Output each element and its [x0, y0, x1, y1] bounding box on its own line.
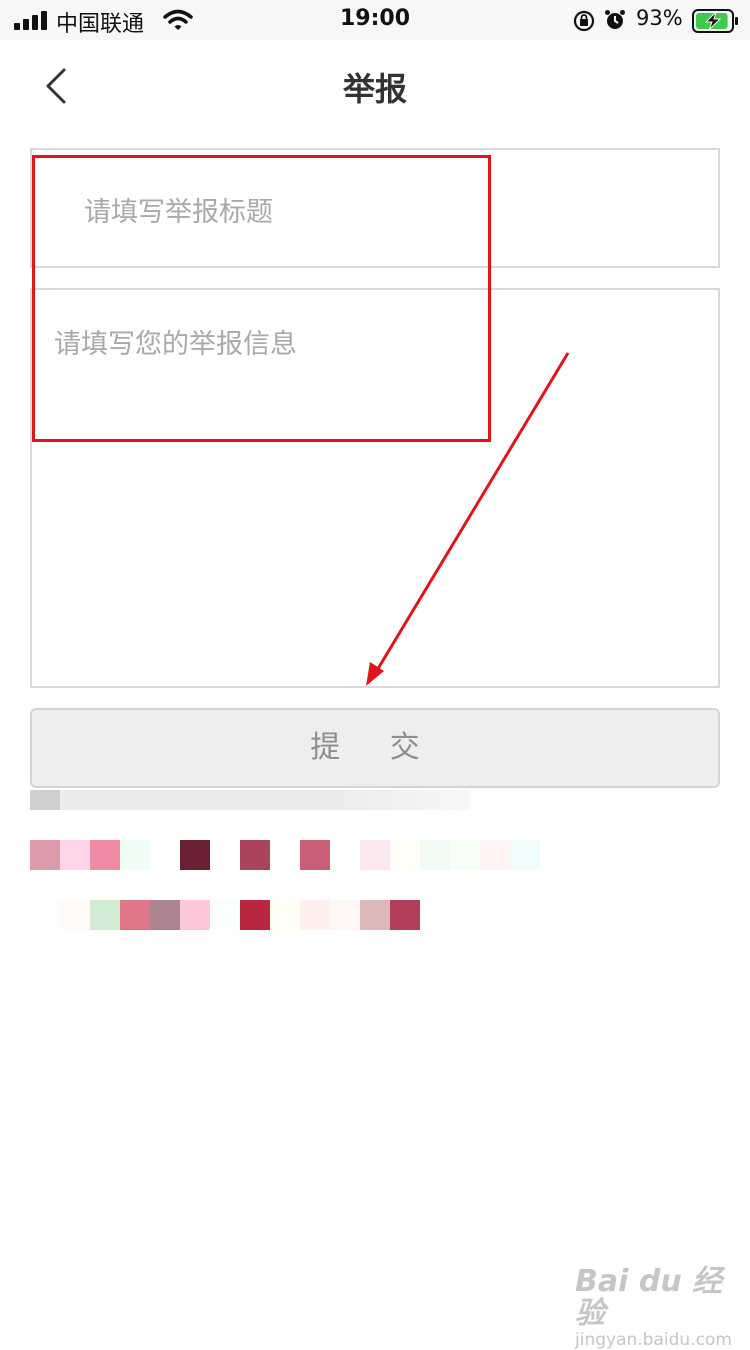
report-title-input[interactable]: 请填写举报标题 — [30, 148, 720, 268]
pixel-block — [210, 840, 240, 870]
rotation-lock-icon — [573, 10, 595, 32]
pixel-block — [510, 840, 540, 870]
pixelated-content-row — [30, 900, 420, 930]
watermark-logo: Bai du 经验 — [575, 1264, 723, 1331]
battery-charging-icon — [692, 9, 738, 33]
pixel-block — [360, 900, 390, 930]
pixel-block — [120, 840, 150, 870]
pixel-block — [210, 900, 240, 930]
pixel-block — [300, 900, 330, 930]
pixel-block — [180, 840, 210, 870]
pixel-block — [330, 840, 360, 870]
pixel-block — [150, 900, 180, 930]
report-info-textarea[interactable]: 请填写您的举报信息 — [30, 288, 720, 688]
pixel-block — [480, 840, 510, 870]
pixel-block — [60, 840, 90, 870]
pixel-block — [30, 900, 60, 930]
pixel-block — [150, 840, 180, 870]
pixelated-content-row — [30, 840, 540, 870]
pixel-block — [390, 900, 420, 930]
blurred-text-strip — [30, 790, 470, 810]
pixel-block — [330, 900, 360, 930]
pixel-block — [240, 840, 270, 870]
baidu-jingyan-watermark: Bai du 经验 jingyan.baidu.com — [575, 1266, 735, 1350]
pixel-block — [300, 840, 330, 870]
pixel-block — [450, 840, 480, 870]
navigation-bar: 举报 — [0, 40, 750, 130]
pixel-block — [30, 840, 60, 870]
pixel-block — [270, 840, 300, 870]
pixel-block — [270, 900, 300, 930]
status-bar: 中国联通 19:00 93% — [0, 0, 750, 40]
pixel-block — [390, 840, 420, 870]
pixel-block — [240, 900, 270, 930]
alarm-icon — [605, 10, 625, 29]
pixel-block — [420, 840, 450, 870]
page-title: 举报 — [342, 70, 407, 108]
submit-button[interactable]: 提 交 — [30, 708, 720, 788]
report-info-placeholder: 请填写您的举报信息 — [54, 329, 297, 360]
battery-percent: 93% — [636, 6, 683, 30]
report-title-placeholder: 请填写举报标题 — [84, 197, 273, 228]
pixel-block — [90, 900, 120, 930]
pixel-block — [360, 840, 390, 870]
pixel-block — [60, 900, 90, 930]
pixel-block — [120, 900, 150, 930]
pixel-block — [180, 900, 210, 930]
watermark-url: jingyan.baidu.com — [575, 1330, 732, 1350]
pixel-block — [90, 840, 120, 870]
